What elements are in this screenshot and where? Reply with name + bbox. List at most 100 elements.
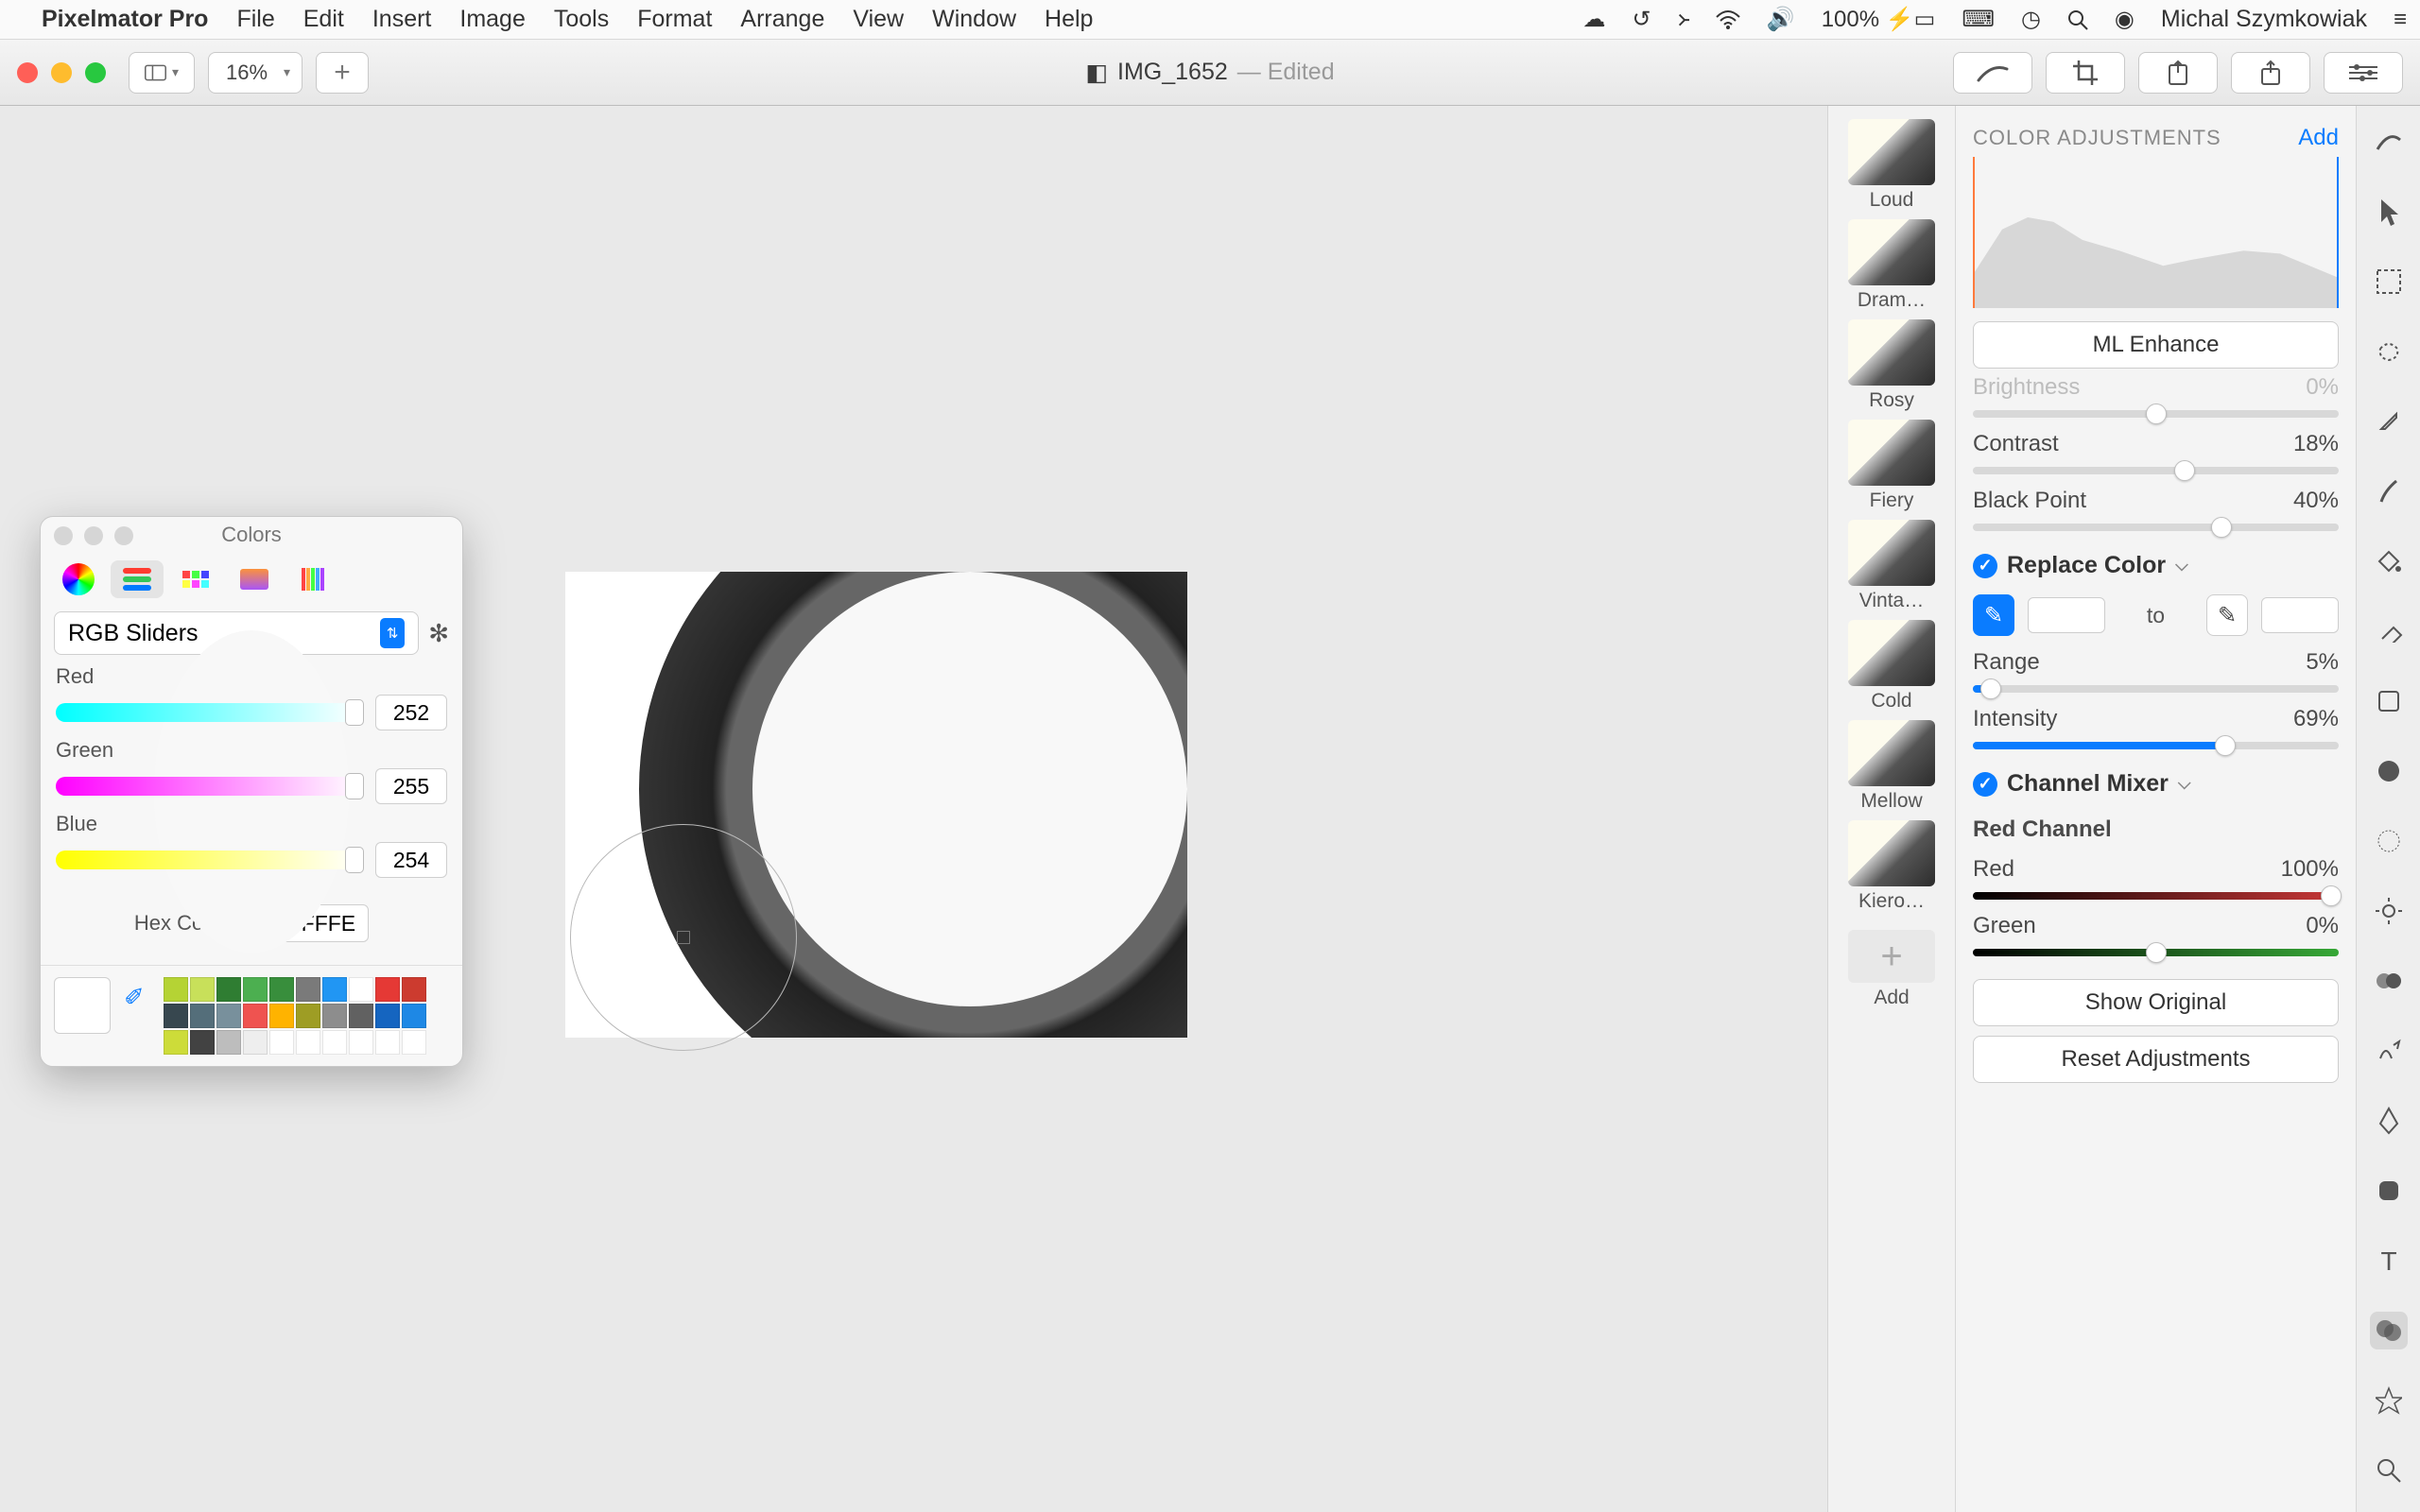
colors-tab-image[interactable] [228,560,281,598]
mix-green-slider[interactable] [1973,949,2339,956]
tool-eraser-icon[interactable] [2370,612,2408,650]
tool-repair-button[interactable] [1953,52,2032,94]
tool-blur-icon[interactable] [2370,822,2408,860]
swatch[interactable] [375,1004,400,1028]
swatch[interactable] [164,977,188,1002]
colors-blue-slider[interactable] [56,850,362,869]
status-clock-icon[interactable]: ◷ [2021,6,2041,33]
tool-shape-icon[interactable] [2370,752,2408,790]
status-spotlight-icon[interactable] [2067,9,2088,30]
zoom-dropdown[interactable]: 16%▾ [208,52,302,94]
menu-format[interactable]: Format [637,6,712,33]
menu-image[interactable]: Image [459,6,525,33]
layer-item[interactable]: Loud [1848,119,1935,212]
menu-insert[interactable]: Insert [372,6,432,33]
colors-traffic-lights[interactable] [54,526,133,545]
range-slider[interactable] [1973,685,2339,693]
swatch[interactable] [190,1004,215,1028]
tool-styles-icon[interactable] [2370,123,2408,161]
replace-from-eyedropper[interactable]: ✎ [1973,594,2014,636]
colors-tab-wheel[interactable] [52,560,105,598]
replace-to-swatch[interactable] [2261,597,2339,633]
show-original-button[interactable]: Show Original [1973,979,2339,1026]
colors-swatch-grid[interactable] [164,977,426,1055]
colors-window[interactable]: Colors RGB Sliders⇅ ✻ Red 252 Green [40,516,463,1067]
tool-crop-button[interactable] [2046,52,2125,94]
status-keyboard-icon[interactable]: ⌨ [1962,6,1995,33]
tool-arrow-icon[interactable] [2370,193,2408,231]
tool-brush-icon[interactable] [2370,472,2408,510]
colors-tab-pencils[interactable] [286,560,339,598]
brightness-slider[interactable] [1973,410,2339,418]
layer-item[interactable]: Fiery [1848,420,1935,512]
tool-effects-icon[interactable] [2370,1382,2408,1419]
menu-view[interactable]: View [853,6,904,33]
swatch[interactable] [243,977,268,1002]
tool-repair-icon[interactable] [2370,682,2408,720]
colors-blue-value[interactable]: 254 [375,842,447,878]
tool-text-icon[interactable]: T [2370,1242,2408,1280]
swatch[interactable] [322,977,347,1002]
colors-titlebar[interactable]: Colors [41,517,462,553]
menu-tools[interactable]: Tools [554,6,609,33]
swatch[interactable] [322,1004,347,1028]
swatch[interactable] [349,1004,373,1028]
check-icon[interactable]: ✓ [1973,554,1997,578]
status-volume-icon[interactable]: 🔊 [1767,6,1795,33]
colors-green-slider[interactable] [56,777,362,796]
tool-lasso-icon[interactable] [2370,333,2408,370]
layer-item[interactable]: Vinta… [1848,520,1935,612]
swatch[interactable] [269,977,294,1002]
swatch[interactable] [349,977,373,1002]
swatch[interactable] [402,1030,426,1055]
replace-to-eyedropper[interactable]: ✎ [2206,594,2248,636]
tool-marquee-icon[interactable] [2370,263,2408,301]
swatch[interactable] [164,1004,188,1028]
tool-share-button[interactable] [2231,52,2310,94]
tool-zoom-icon[interactable] [2370,1452,2408,1489]
swatch[interactable] [243,1004,268,1028]
layer-item[interactable]: Rosy [1848,319,1935,412]
swatch[interactable] [269,1004,294,1028]
tool-clone-icon[interactable] [2370,962,2408,1000]
replace-from-swatch[interactable] [2028,597,2105,633]
channel-mixer-header[interactable]: ✓Channel Mixer⌵ [1973,770,2339,798]
swatch[interactable] [190,1030,215,1055]
menu-file[interactable]: File [236,6,274,33]
swatch[interactable] [296,1030,320,1055]
colors-tab-sliders[interactable] [111,560,164,598]
tool-light-icon[interactable] [2370,892,2408,930]
swatch[interactable] [349,1030,373,1055]
check-icon[interactable]: ✓ [1973,772,1997,797]
colors-eyedropper-icon[interactable]: ✐ [124,983,150,1009]
swatch[interactable] [375,977,400,1002]
layer-item[interactable]: Mellow [1848,720,1935,813]
contrast-slider[interactable] [1973,467,2339,474]
tool-pen-icon[interactable] [2370,1102,2408,1140]
replace-color-header[interactable]: ✓Replace Color⌵ [1973,552,2339,579]
blackpoint-slider[interactable] [1973,524,2339,531]
reset-adjustments-button[interactable]: Reset Adjustments [1973,1036,2339,1083]
colors-red-value[interactable]: 252 [375,695,447,730]
panel-add-button[interactable]: Add [2298,125,2339,151]
tool-coloradjust-icon[interactable] [2370,1312,2408,1349]
add-button[interactable]: + [316,52,369,94]
menu-arrange[interactable]: Arrange [740,6,824,33]
swatch[interactable] [296,1004,320,1028]
swatch[interactable] [216,1004,241,1028]
colors-red-slider[interactable] [56,703,362,722]
swatch[interactable] [216,977,241,1002]
swatch[interactable] [402,977,426,1002]
status-notifications-icon[interactable]: ≡ [2394,7,2407,33]
colors-gear-icon[interactable]: ✻ [428,619,449,648]
mix-red-slider[interactable] [1973,892,2339,900]
layer-item[interactable]: Kiero… [1848,820,1935,913]
colors-tab-palettes[interactable] [169,560,222,598]
intensity-slider[interactable] [1973,742,2339,749]
layer-item[interactable]: Dram… [1848,219,1935,312]
swatch[interactable] [269,1030,294,1055]
tool-export-button[interactable] [2138,52,2218,94]
status-battery[interactable]: 100% ⚡▭ [1822,6,1936,33]
swatch[interactable] [296,977,320,1002]
tool-settings-button[interactable] [2324,52,2403,94]
